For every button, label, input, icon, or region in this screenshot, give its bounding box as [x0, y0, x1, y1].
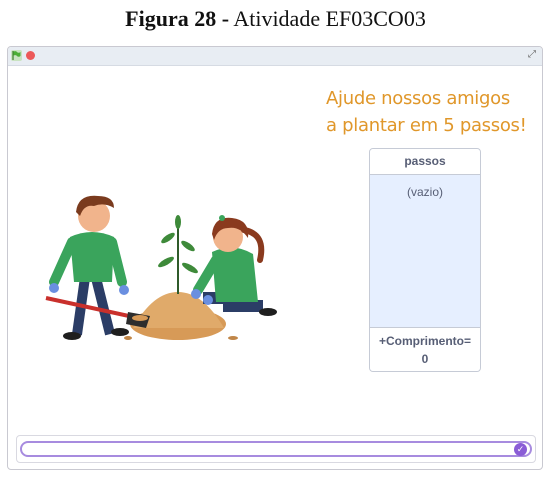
stage-controls-bar: ⤢ — [8, 47, 542, 66]
list-header: passos — [370, 149, 480, 175]
figure-caption: Figura 28 - Atividade EF03CO03 — [0, 6, 551, 32]
list-footer: +Comprimento= 0 — [370, 327, 480, 371]
caption-bold: Figura 28 - — [125, 6, 230, 31]
stage-title-line1: Ajude nossos amigos — [326, 88, 510, 109]
list-empty-text: (vazio) — [406, 185, 443, 199]
caption-text: Atividade EF03CO03 — [229, 6, 426, 31]
stage-title: Ajude nossos amigos a plantar em 5 passo… — [326, 85, 536, 139]
check-icon[interactable]: ✓ — [514, 443, 527, 456]
list-length-label[interactable]: +Comprimento= — [370, 332, 480, 350]
children-planting-illustration — [45, 195, 277, 340]
list-monitor-passos[interactable]: passos (vazio) +Comprimento= 0 — [369, 148, 481, 372]
list-length-value: 0 — [421, 352, 429, 366]
answer-input[interactable] — [20, 441, 532, 457]
fullscreen-icon[interactable]: ⤢ — [527, 50, 537, 60]
ask-answer-box: ✓ — [16, 435, 536, 463]
stage-frame: ⤢ Ajude nossos amigos a plantar em 5 pas… — [7, 46, 543, 470]
green-flag-icon[interactable] — [11, 50, 22, 61]
stage-title-line2: a plantar em 5 passos! — [326, 115, 527, 136]
stop-icon[interactable] — [26, 51, 35, 60]
